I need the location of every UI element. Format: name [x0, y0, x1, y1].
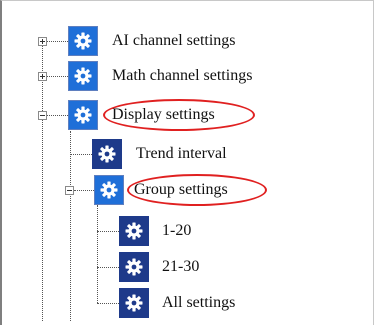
gear-icon — [119, 252, 149, 282]
gear-icon — [94, 175, 124, 205]
gear-icon — [92, 139, 122, 169]
gear-icon — [68, 61, 98, 91]
tree-node-ai-channel-settings[interactable]: AI channel settings — [68, 25, 308, 57]
tree-connector-display — [70, 131, 71, 321]
gear-icon — [68, 100, 98, 130]
tree-node-trend-interval[interactable]: Trend interval — [92, 138, 272, 170]
collapse-toggle[interactable] — [65, 186, 74, 195]
tree-node-21-30[interactable]: 21-30 — [119, 251, 239, 283]
tree-node-label: Trend interval — [136, 145, 227, 162]
tree-node-label: 1-20 — [162, 222, 192, 239]
tree-connector — [46, 115, 68, 116]
collapse-toggle[interactable] — [38, 111, 47, 120]
gear-icon — [119, 216, 149, 246]
tree-connector — [46, 41, 68, 42]
expand-toggle[interactable] — [38, 72, 47, 81]
tree-connector — [74, 190, 94, 191]
tree-connector — [46, 76, 68, 77]
tree-connector-group — [97, 205, 98, 303]
tree-node-label: Display settings — [112, 106, 215, 123]
settings-tree-panel: AI channel settings Math channel setting… — [0, 0, 374, 325]
tree-node-label: 21-30 — [162, 258, 200, 275]
tree-node-label: Group settings — [134, 181, 228, 198]
expand-toggle[interactable] — [38, 37, 47, 46]
tree-node-label: All settings — [162, 294, 236, 311]
tree-node-group-settings[interactable]: Group settings — [94, 174, 284, 206]
tree-node-math-channel-settings[interactable]: Math channel settings — [68, 60, 328, 92]
tree-connector — [97, 303, 119, 304]
gear-icon — [119, 288, 149, 318]
tree-node-1-20[interactable]: 1-20 — [119, 215, 239, 247]
tree-node-label: AI channel settings — [112, 32, 236, 49]
tree-node-all-settings[interactable]: All settings — [119, 287, 279, 319]
tree-connector — [97, 267, 119, 268]
gear-icon — [68, 26, 98, 56]
tree-node-display-settings[interactable]: Display settings — [68, 99, 268, 131]
tree-connector — [70, 154, 92, 155]
tree-connector — [97, 231, 119, 232]
tree-node-label: Math channel settings — [112, 67, 253, 84]
